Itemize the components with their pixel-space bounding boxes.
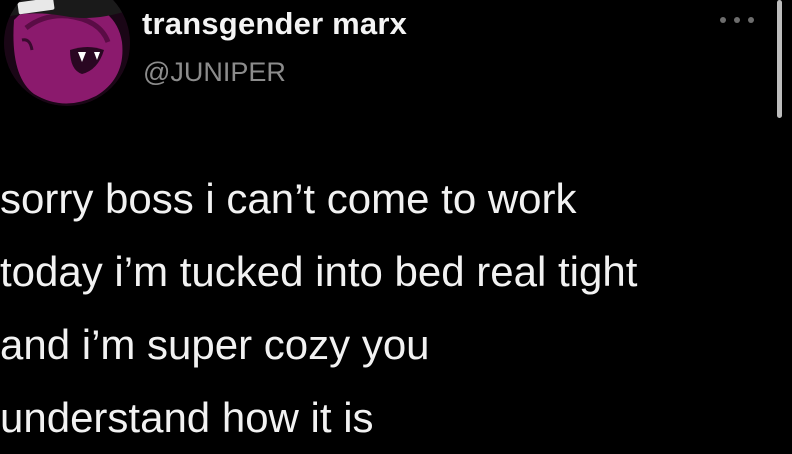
dot — [720, 17, 726, 23]
scrollbar[interactable] — [777, 0, 782, 118]
tweet-text: sorry boss i can’t come to work today i’… — [0, 162, 792, 454]
tweet-text-line: sorry boss i can’t come to work — [0, 175, 577, 222]
avatar-image — [4, 0, 130, 106]
tweet-text-line: understand how it is — [0, 394, 374, 441]
tweet: transgender marx @JUNIPER sorry boss i c… — [0, 0, 792, 443]
avatar[interactable] — [4, 0, 130, 106]
more-options-icon[interactable] — [720, 10, 754, 30]
display-name[interactable]: transgender marx — [142, 6, 407, 42]
dot — [734, 17, 740, 23]
user-handle[interactable]: @JUNIPER — [143, 57, 286, 88]
dot — [748, 17, 754, 23]
tweet-text-line: and i’m super cozy you — [0, 321, 430, 368]
tweet-text-line: today i’m tucked into bed real tight — [0, 248, 638, 295]
